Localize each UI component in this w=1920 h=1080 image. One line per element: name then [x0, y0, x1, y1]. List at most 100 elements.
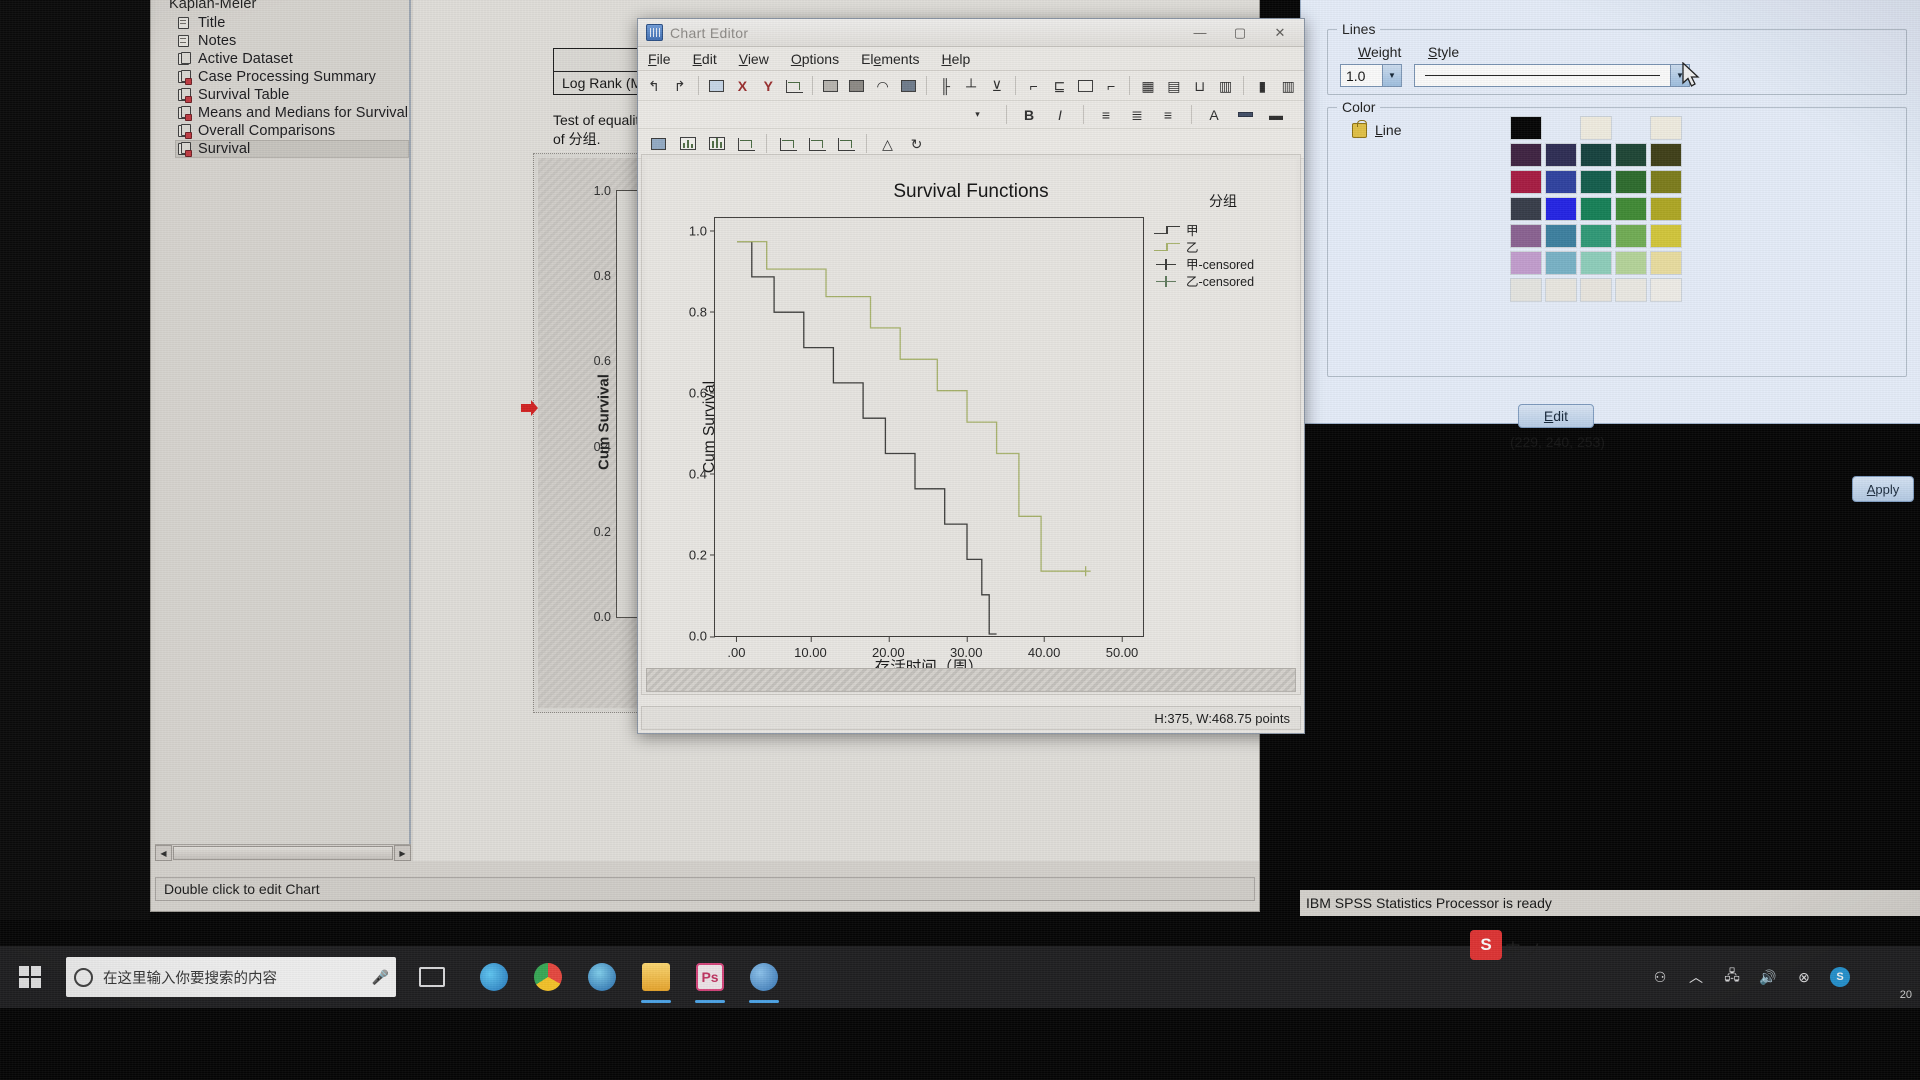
bold-icon[interactable]: B	[1017, 102, 1042, 127]
legend-entry-yi[interactable]: 乙	[1154, 239, 1286, 255]
y-axis-icon[interactable]: Y	[756, 73, 780, 98]
cluster-icon[interactable]: ▥	[1214, 73, 1238, 98]
line-style-combobox[interactable]: ▼	[1414, 64, 1690, 87]
edit-properties-icon[interactable]	[705, 73, 729, 98]
color-swatch[interactable]	[1580, 224, 1612, 248]
color-swatch[interactable]	[1650, 278, 1682, 302]
outline-item-overall-comparisons[interactable]: Overall Comparisons	[175, 122, 409, 140]
add-reference-line-y-icon[interactable]: ⊑	[1048, 73, 1072, 98]
survival-curve-甲[interactable]	[737, 240, 997, 635]
color-swatch[interactable]	[1545, 278, 1577, 302]
stack-icon[interactable]: ⊔	[1188, 73, 1212, 98]
survival-step-curves[interactable]	[715, 218, 1145, 638]
add-reference-line-x-icon[interactable]: ⌐	[1022, 73, 1046, 98]
menu-edit[interactable]: Edit	[693, 51, 717, 67]
people-icon[interactable]: ⚇	[1650, 967, 1670, 987]
close-button[interactable]: ✕	[1260, 20, 1300, 46]
microphone-icon[interactable]: 🎤	[372, 969, 389, 986]
align-right-icon[interactable]: ⊻	[985, 73, 1009, 98]
taskbar-app-edge[interactable]	[470, 949, 518, 1005]
edit-color-button[interactable]: Edit	[1518, 404, 1594, 428]
show-data-table-icon[interactable]	[646, 131, 671, 156]
color-line-row[interactable]: Line	[1352, 119, 1401, 138]
lasso-select-icon[interactable]: ◠	[871, 73, 895, 98]
color-swatch[interactable]	[1580, 116, 1612, 140]
outline-pane[interactable]: Kaplan-Meier Title Notes Active Dataset …	[155, 0, 411, 861]
taskbar-app-chrome[interactable]	[524, 949, 572, 1005]
menu-elements[interactable]: Elements	[861, 51, 919, 67]
menu-help[interactable]: Help	[941, 51, 970, 67]
area-chart-icon[interactable]	[733, 131, 758, 156]
menu-file[interactable]: File	[648, 51, 671, 67]
skype-notification-badge[interactable]: S	[1470, 930, 1502, 960]
chevron-down-icon[interactable]: ▼	[1382, 65, 1401, 86]
task-view-button[interactable]	[408, 949, 456, 1005]
add-fit-line-icon[interactable]: ⌐	[1099, 73, 1123, 98]
taskbar-app-photoshop[interactable]: Ps	[686, 949, 734, 1005]
step-chart-icon[interactable]	[804, 131, 829, 156]
line-weight-combobox[interactable]: 1.0 ▼	[1340, 64, 1402, 87]
color-swatch[interactable]	[1580, 143, 1612, 167]
text-align-right-icon[interactable]: ≡	[1156, 102, 1181, 127]
italic-icon[interactable]: I	[1048, 102, 1073, 127]
scroll-right-icon[interactable]: ▶	[394, 845, 411, 861]
color-swatch[interactable]	[1615, 278, 1647, 302]
outline-item-survival-table[interactable]: Survival Table	[175, 86, 409, 104]
minimize-button[interactable]: —	[1180, 20, 1220, 46]
plot-area[interactable]: 1.0 0.8 0.6 0.4 0.2 0.0 .00 10.00 20.00 …	[689, 217, 1145, 660]
network-icon[interactable]: 🖧	[1722, 967, 1742, 987]
color-swatch[interactable]	[1580, 251, 1612, 275]
line-chart-icon[interactable]	[775, 131, 800, 156]
color-swatch[interactable]	[1650, 170, 1682, 194]
panel-icon[interactable]: ▥	[1276, 73, 1300, 98]
outline-item-means-and-medians[interactable]: Means and Medians for Survival	[175, 104, 409, 122]
outline-item-case-processing-summary[interactable]: Case Processing Summary	[175, 68, 409, 86]
skype-icon[interactable]: S	[1830, 967, 1850, 987]
outline-item-survival[interactable]: Survival	[175, 140, 409, 158]
chart-editor-title-bar[interactable]: Chart Editor — ▢ ✕	[638, 19, 1304, 47]
taskbar-app-browser[interactable]	[578, 949, 626, 1005]
histogram-icon[interactable]	[704, 131, 729, 156]
color-swatch[interactable]	[1545, 170, 1577, 194]
color-swatch[interactable]	[1615, 197, 1647, 221]
color-swatch[interactable]	[1650, 251, 1682, 275]
legend-entry-yi-censored[interactable]: 乙-censored	[1154, 273, 1286, 289]
ime-language-indicator[interactable]: 中 ノ	[1505, 936, 1541, 960]
transpose-icon[interactable]	[782, 73, 806, 98]
fill-color-icon[interactable]	[1233, 102, 1258, 127]
color-swatch[interactable]	[1545, 197, 1577, 221]
legend-entry-jia[interactable]: 甲	[1154, 222, 1286, 238]
text-color-icon[interactable]: A	[1202, 102, 1227, 127]
color-swatch[interactable]	[1650, 143, 1682, 167]
close-circle-icon[interactable]: ⊗	[1794, 967, 1814, 987]
outline-item-title[interactable]: Title	[175, 14, 409, 32]
taskbar-app-file-explorer[interactable]	[632, 949, 680, 1005]
apply-button[interactable]: Apply	[1852, 476, 1914, 502]
search-input[interactable]: 在这里输入你要搜索的内容	[103, 967, 363, 988]
color-swatch[interactable]	[1545, 143, 1577, 167]
outline-item-active-dataset[interactable]: Active Dataset	[175, 50, 409, 68]
chart-area[interactable]: Survival Functions Cum Survival 1.0 0.8 …	[646, 159, 1296, 676]
lock-icon[interactable]	[1352, 119, 1367, 138]
pan-icon[interactable]	[897, 73, 921, 98]
color-swatch[interactable]	[1545, 251, 1577, 275]
add-interpolation-icon[interactable]	[1073, 73, 1097, 98]
color-swatch[interactable]	[1650, 197, 1682, 221]
chevron-up-icon[interactable]: ︿	[1686, 967, 1706, 987]
color-swatch[interactable]	[1510, 251, 1542, 275]
drop-line-icon[interactable]	[833, 131, 858, 156]
color-swatch[interactable]	[1510, 116, 1542, 140]
taskbar-app-spss[interactable]	[740, 949, 788, 1005]
scroll-left-icon[interactable]: ◀	[155, 845, 172, 861]
text-align-left-icon[interactable]: ≡	[1094, 102, 1119, 127]
menu-view[interactable]: View	[739, 51, 769, 67]
color-swatch[interactable]	[1615, 170, 1647, 194]
grid-lines-icon[interactable]: ▦	[1136, 73, 1160, 98]
legend-entry-jia-censored[interactable]: 甲-censored	[1154, 256, 1286, 272]
taskbar-clock[interactable]: 20	[1900, 989, 1912, 1002]
scrollbar-thumb[interactable]	[173, 846, 393, 860]
x-axis-icon[interactable]: X	[730, 73, 754, 98]
chart-editor-canvas[interactable]: Survival Functions Cum Survival 1.0 0.8 …	[641, 154, 1301, 695]
outline-root-label[interactable]: Kaplan-Meier	[167, 0, 409, 14]
color-swatch[interactable]	[1580, 197, 1612, 221]
